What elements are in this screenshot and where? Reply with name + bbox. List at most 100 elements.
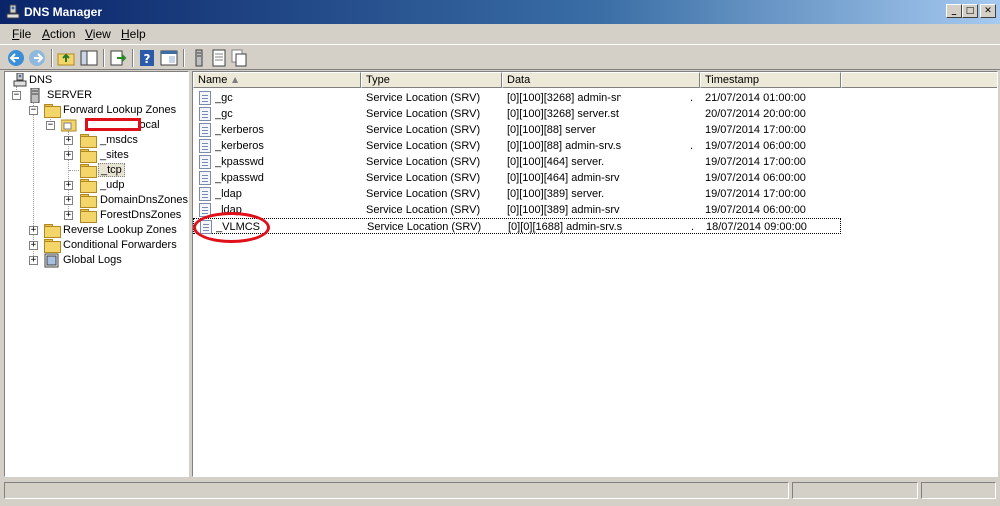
console-tree[interactable]: DNS − SERVER − Forward Lookup Zones − lo… <box>4 71 189 477</box>
folder-icon <box>80 149 97 163</box>
table-row[interactable]: _kerberos Service Location (SRV) [0][100… <box>193 138 997 154</box>
status-cell-3 <box>921 482 996 499</box>
zone-icon <box>61 119 77 132</box>
show-hide-tree-icon[interactable] <box>79 48 99 68</box>
close-button[interactable]: ✕ <box>980 4 996 18</box>
collapse-icon[interactable]: − <box>29 106 38 115</box>
table-row[interactable]: _gc Service Location (SRV) [0][100][3268… <box>193 90 997 106</box>
table-row[interactable]: _ldap Service Location (SRV) [0][100][38… <box>193 202 997 218</box>
table-row[interactable]: _kpasswd Service Location (SRV) [0][100]… <box>193 170 997 186</box>
maximize-button[interactable]: □ <box>962 4 978 18</box>
menu-bar: File Action View Help <box>0 24 1000 44</box>
table-row[interactable]: _kpasswd Service Location (SRV) [0][100]… <box>193 154 997 170</box>
tree-item-domain-dns-zones-label: DomainDnsZones <box>100 194 189 206</box>
menu-view[interactable]: View <box>85 27 111 41</box>
document-icon[interactable] <box>209 48 229 68</box>
tree-item-dns-label: DNS <box>29 74 53 86</box>
cell-timestamp: 19/07/2014 17:00:00 <box>705 124 806 136</box>
cell-timestamp: 18/07/2014 09:00:00 <box>706 221 807 233</box>
records-list[interactable]: Name ▲ Type Data Timestamp _gc Service L… <box>192 71 998 477</box>
cell-name: _kerberos <box>215 124 264 136</box>
srv-record-icon <box>199 155 211 169</box>
cell-timestamp: 19/07/2014 17:00:00 <box>705 156 806 168</box>
cell-type: Service Location (SRV) <box>366 204 481 216</box>
list-header: Name ▲ Type Data Timestamp <box>193 72 997 88</box>
tree-item-reverse-lookup-zones-label: Reverse Lookup Zones <box>63 224 177 236</box>
cell-name: _kerberos <box>215 140 264 152</box>
column-header-timestamp[interactable]: Timestamp <box>700 72 841 88</box>
server-icon[interactable] <box>189 48 209 68</box>
expand-icon[interactable]: + <box>64 181 73 190</box>
menu-action[interactable]: Action <box>42 27 75 41</box>
cell-type: Service Location (SRV) <box>366 140 481 152</box>
collapse-icon[interactable]: − <box>46 121 55 130</box>
table-row-selected[interactable]: _VLMCS Service Location (SRV) [0][0][168… <box>193 218 841 234</box>
column-header-data[interactable]: Data <box>502 72 700 88</box>
tree-item-forward-lookup-zones-label: Forward Lookup Zones <box>63 104 177 116</box>
up-folder-icon[interactable] <box>56 48 76 68</box>
menu-file[interactable]: File <box>12 27 31 41</box>
folder-icon <box>80 179 97 193</box>
folder-icon <box>80 134 97 148</box>
help-icon[interactable]: ? <box>137 48 157 68</box>
column-header-data-label: Data <box>507 74 531 86</box>
table-row[interactable]: _kerberos Service Location (SRV) [0][100… <box>193 122 997 138</box>
expand-icon[interactable]: + <box>64 136 73 145</box>
expand-icon[interactable]: + <box>64 151 73 160</box>
expand-icon[interactable]: + <box>29 256 38 265</box>
expand-icon[interactable]: + <box>64 196 73 205</box>
srv-record-icon <box>199 187 211 201</box>
status-cell-2 <box>792 482 918 499</box>
tree-item-msdcs-label: _msdcs <box>100 134 138 146</box>
window-title: DNS Manager <box>24 5 103 19</box>
sort-ascending-icon: ▲ <box>232 75 239 84</box>
svg-text:?: ? <box>144 52 151 66</box>
tree-item-udp-label: _udp <box>100 179 125 191</box>
toolbar: ? <box>0 44 1000 70</box>
cell-type: Service Location (SRV) <box>366 124 481 136</box>
cell-data-dot: . <box>690 140 694 152</box>
expand-icon[interactable]: + <box>64 211 73 220</box>
cell-timestamp: 19/07/2014 06:00:00 <box>705 204 806 216</box>
cell-timestamp: 21/07/2014 01:00:00 <box>705 92 806 104</box>
redaction-box <box>85 118 141 131</box>
status-cell-main <box>4 482 789 499</box>
column-header-name[interactable]: Name ▲ <box>193 72 361 88</box>
status-bar <box>0 480 1000 502</box>
highlight-circle <box>193 212 270 243</box>
cell-data: [0][100][3268] admin-srv <box>507 92 621 104</box>
cell-name: _gc <box>215 92 233 104</box>
folder-icon <box>44 104 61 118</box>
properties-icon[interactable] <box>159 48 179 68</box>
expand-icon[interactable]: + <box>29 226 38 235</box>
cell-type: Service Location (SRV) <box>366 92 481 104</box>
cell-timestamp: 19/07/2014 17:00:00 <box>705 188 806 200</box>
cell-type: Service Location (SRV) <box>366 188 481 200</box>
back-icon[interactable] <box>6 48 26 68</box>
copy-icon[interactable] <box>229 48 249 68</box>
column-header-type[interactable]: Type <box>361 72 502 88</box>
collapse-icon[interactable]: − <box>12 91 21 100</box>
expand-icon[interactable]: + <box>29 241 38 250</box>
cell-data-dot: . <box>691 221 695 233</box>
cell-data: [0][100][389] server. <box>507 188 605 200</box>
cell-name: _kpasswd <box>215 156 264 168</box>
log-icon <box>44 253 59 268</box>
column-header-timestamp-label: Timestamp <box>705 74 759 86</box>
table-row[interactable]: _gc Service Location (SRV) [0][100][3268… <box>193 106 997 122</box>
cell-data: [0][100][464] admin-srv <box>507 172 620 184</box>
tree-item-conditional-forwarders-label: Conditional Forwarders <box>63 239 177 251</box>
forward-icon[interactable] <box>27 48 47 68</box>
export-list-icon[interactable] <box>108 48 128 68</box>
cell-name: _ldap <box>215 188 242 200</box>
srv-record-icon <box>199 123 211 137</box>
table-row[interactable]: _ldap Service Location (SRV) [0][100][38… <box>193 186 997 202</box>
cell-timestamp: 19/07/2014 06:00:00 <box>705 140 806 152</box>
dns-manager-icon <box>6 4 20 19</box>
cell-data: [0][100][3268] server.st <box>507 108 619 120</box>
column-header-type-label: Type <box>366 74 390 86</box>
minimize-button[interactable]: _ <box>946 4 962 18</box>
menu-help[interactable]: Help <box>121 27 146 41</box>
tree-item-server-label: SERVER <box>47 89 93 101</box>
cell-type: Service Location (SRV) <box>366 156 481 168</box>
